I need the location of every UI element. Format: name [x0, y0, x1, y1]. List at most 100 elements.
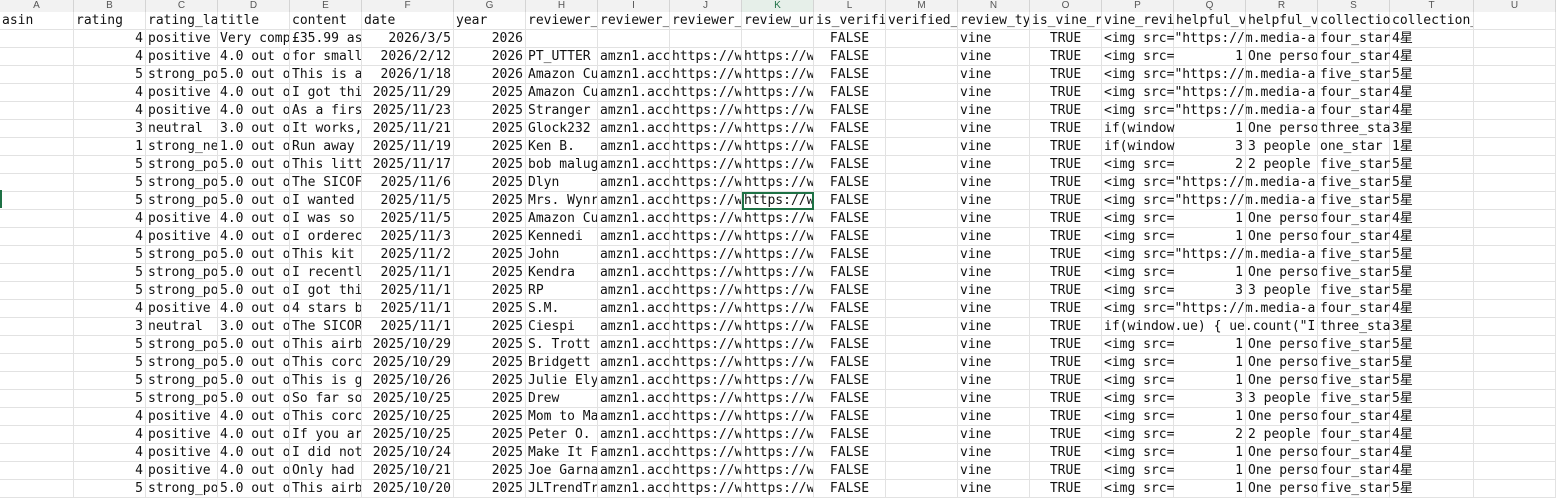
table-cell[interactable]	[1174, 84, 1246, 102]
table-cell[interactable]: 2026	[454, 48, 526, 66]
table-cell[interactable]: 4.0 out o	[218, 444, 290, 462]
column-letter-o[interactable]: O	[1030, 0, 1102, 12]
table-cell[interactable]: Ken B.	[526, 138, 598, 156]
table-cell[interactable]: 1	[1174, 264, 1246, 282]
table-cell[interactable]: 2025/11/17	[362, 156, 454, 174]
table-cell[interactable]	[886, 210, 958, 228]
table-cell[interactable]: three_sta	[1318, 120, 1390, 138]
table-cell[interactable]: 4.0 out o	[218, 462, 290, 480]
table-cell[interactable]: four_star	[1318, 408, 1390, 426]
table-cell[interactable]: TRUE	[1030, 156, 1102, 174]
table-cell[interactable]: 5星	[1390, 192, 1474, 210]
table-cell[interactable]: 5	[74, 156, 146, 174]
table-cell[interactable]: 2025/10/20	[362, 480, 454, 498]
table-cell[interactable]: TRUE	[1030, 228, 1102, 246]
header-cell[interactable]: reviewer_	[670, 12, 742, 30]
table-cell[interactable]: Kendra	[526, 264, 598, 282]
table-cell[interactable]: Dlyn	[526, 174, 598, 192]
table-cell[interactable]: 5.0 out o	[218, 282, 290, 300]
header-cell[interactable]: is_verifi	[814, 12, 886, 30]
table-cell[interactable]	[886, 228, 958, 246]
table-cell[interactable]: 2025	[454, 426, 526, 444]
table-cell[interactable]: positive	[146, 462, 218, 480]
table-cell[interactable]: FALSE	[814, 480, 886, 498]
table-cell[interactable]	[886, 30, 958, 48]
table-cell[interactable]: amzn1.acc	[598, 174, 670, 192]
table-cell[interactable]: 2025	[454, 480, 526, 498]
table-cell[interactable]	[0, 318, 74, 336]
table-cell[interactable]	[0, 264, 74, 282]
table-cell[interactable]	[1474, 192, 1556, 210]
column-letter-d[interactable]: D	[218, 0, 290, 12]
table-cell[interactable]: strong_ne	[146, 138, 218, 156]
table-cell[interactable]: <img src="https://m.media-a	[1102, 66, 1315, 84]
table-cell[interactable]: strong_po	[146, 282, 218, 300]
table-cell[interactable]: TRUE	[1030, 318, 1102, 336]
table-cell[interactable]	[1246, 318, 1318, 336]
table-cell[interactable]: <img src=	[1102, 480, 1174, 498]
table-cell[interactable]: https://w	[670, 138, 742, 156]
table-cell[interactable]	[1246, 102, 1318, 120]
table-cell[interactable]: 4星	[1390, 300, 1474, 318]
table-cell[interactable]	[0, 426, 74, 444]
table-cell[interactable]	[1474, 426, 1556, 444]
table-cell[interactable]: positive	[146, 426, 218, 444]
table-cell[interactable]: 2025/11/1	[362, 282, 454, 300]
table-cell[interactable]: TRUE	[1030, 408, 1102, 426]
column-letter-m[interactable]: M	[886, 0, 958, 12]
table-cell[interactable]	[1474, 210, 1556, 228]
table-cell[interactable]: https://w	[742, 462, 814, 480]
table-cell[interactable]: FALSE	[814, 156, 886, 174]
table-cell[interactable]: Amazon Cu	[526, 210, 598, 228]
table-cell[interactable]: <img src=	[1102, 390, 1174, 408]
table-cell[interactable]: If you ar	[290, 426, 362, 444]
table-cell[interactable]	[1474, 300, 1556, 318]
table-cell[interactable]: 5.0 out o	[218, 246, 290, 264]
table-cell[interactable]: 5.0 out o	[218, 480, 290, 498]
table-cell[interactable]: One perso	[1246, 372, 1318, 390]
table-cell[interactable]: 4	[74, 30, 146, 48]
table-cell[interactable]	[1474, 228, 1556, 246]
table-cell[interactable]: TRUE	[1030, 426, 1102, 444]
table-cell[interactable]: John	[526, 246, 598, 264]
table-cell[interactable]: vine	[958, 102, 1030, 120]
header-cell[interactable]: helpful_v	[1174, 12, 1246, 30]
table-cell[interactable]: amzn1.acc	[598, 444, 670, 462]
table-cell[interactable]: vine	[958, 408, 1030, 426]
table-cell[interactable]	[1174, 246, 1246, 264]
table-cell[interactable]	[1474, 174, 1556, 192]
table-cell[interactable]: FALSE	[814, 30, 886, 48]
table-cell[interactable]: It works,	[290, 120, 362, 138]
table-cell[interactable]: FALSE	[814, 408, 886, 426]
table-cell[interactable]: https://w	[742, 228, 814, 246]
table-cell[interactable]: five_star	[1318, 336, 1390, 354]
table-cell[interactable]: TRUE	[1030, 462, 1102, 480]
header-cell[interactable]: collectio	[1318, 12, 1390, 30]
table-cell[interactable]: TRUE	[1030, 120, 1102, 138]
table-cell[interactable]: vine	[958, 30, 1030, 48]
table-cell[interactable]: FALSE	[814, 318, 886, 336]
table-cell[interactable]: four_star	[1318, 48, 1390, 66]
table-cell[interactable]: <img src="https://m.media-a	[1102, 102, 1315, 120]
table-cell[interactable]: TRUE	[1030, 264, 1102, 282]
table-cell[interactable]: strong_po	[146, 246, 218, 264]
table-cell[interactable]: 5	[74, 246, 146, 264]
table-cell[interactable]: amzn1.acc	[598, 120, 670, 138]
table-cell[interactable]	[886, 246, 958, 264]
table-cell[interactable]: 1	[1174, 372, 1246, 390]
table-cell[interactable]: positive	[146, 30, 218, 48]
table-cell[interactable]: 5	[74, 282, 146, 300]
table-cell[interactable]: five_star	[1318, 156, 1390, 174]
table-cell[interactable]: I orderec	[290, 228, 362, 246]
table-cell[interactable]: 2 people	[1246, 426, 1318, 444]
table-cell[interactable]: 2025	[454, 174, 526, 192]
table-cell[interactable]: five_star	[1318, 246, 1390, 264]
table-cell[interactable]: 5	[74, 354, 146, 372]
table-cell[interactable]: 4星	[1390, 408, 1474, 426]
table-cell[interactable]: 1	[1174, 48, 1246, 66]
table-cell[interactable]: 1	[1174, 336, 1246, 354]
table-cell[interactable]: 5星	[1390, 480, 1474, 498]
table-cell[interactable]	[0, 282, 74, 300]
table-cell[interactable]: 2025/11/1	[362, 318, 454, 336]
table-cell[interactable]	[1474, 246, 1556, 264]
